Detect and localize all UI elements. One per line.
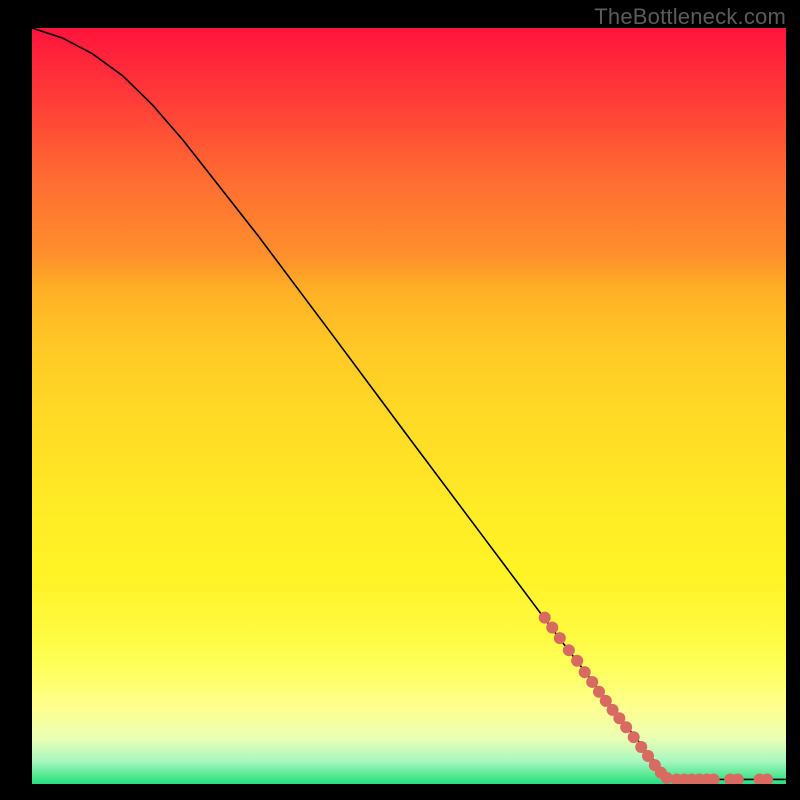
data-marker (579, 666, 591, 678)
chart-container: TheBottleneck.com (0, 0, 800, 800)
watermark-text: TheBottleneck.com (594, 4, 786, 30)
bottleneck-curve (32, 28, 786, 779)
chart-svg (32, 28, 786, 784)
data-marker (571, 655, 583, 667)
data-marker (539, 612, 551, 624)
data-marker (628, 731, 640, 743)
data-marker (586, 676, 598, 688)
data-marker (546, 622, 558, 634)
data-markers (539, 612, 773, 784)
plot-area (32, 28, 786, 784)
data-marker (563, 644, 575, 656)
data-marker (620, 721, 632, 733)
data-marker (554, 632, 566, 644)
